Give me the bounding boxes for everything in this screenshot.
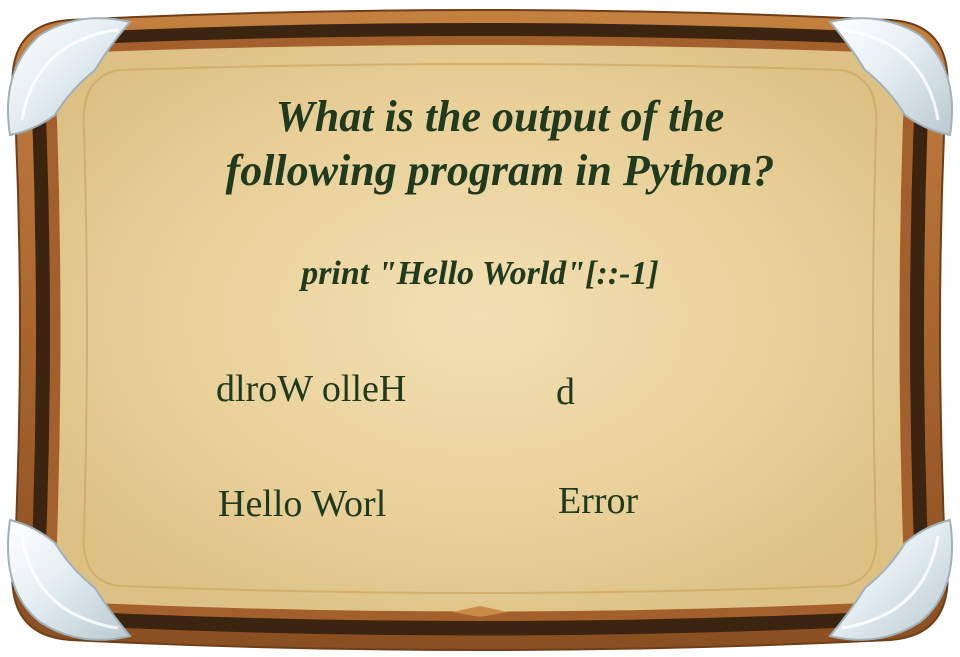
- answer-option-d[interactable]: Error: [556, 479, 640, 523]
- answer-option-a[interactable]: dlroW olleH: [214, 367, 408, 411]
- quiz-card: What is the output of the following prog…: [0, 0, 960, 657]
- question-line-1: What is the output of the: [275, 92, 725, 141]
- code-snippet: print "Hello World"[::-1]: [301, 255, 659, 292]
- answer-option-c[interactable]: Hello Worl: [216, 482, 388, 526]
- question-text: What is the output of the following prog…: [140, 90, 860, 198]
- answer-option-b[interactable]: d: [554, 370, 577, 414]
- question-line-2: following program in Python?: [225, 146, 775, 195]
